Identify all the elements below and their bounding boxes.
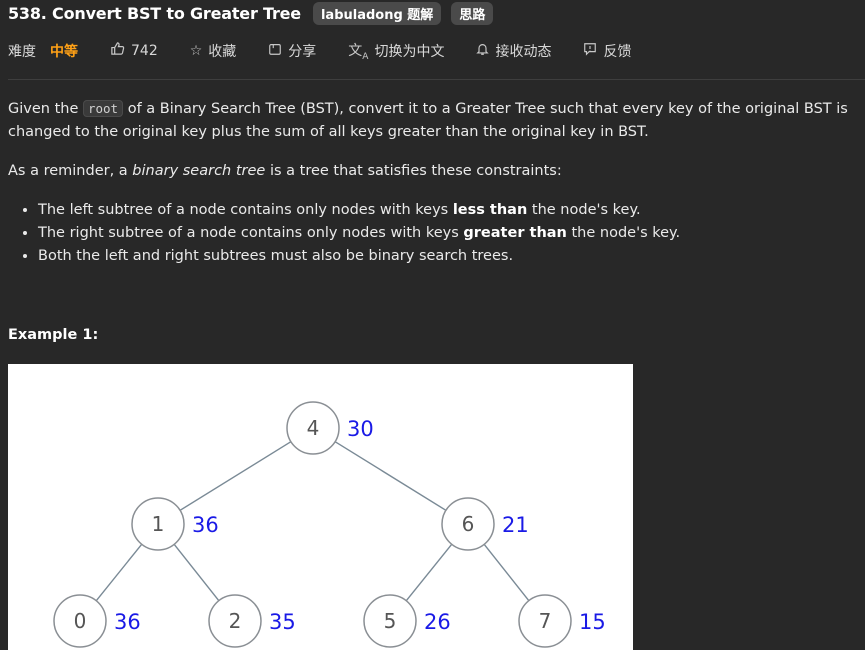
meta-bar: 难度 中等 742 ☆ 收藏 分享 文A 切换为中文 接收动态 反馈 (8, 40, 663, 62)
bullet-text: the node's key. (527, 202, 641, 218)
tree-node-key: 4 (307, 416, 320, 440)
tag-labuladong[interactable]: labuladong 题解 (312, 2, 442, 25)
feedback-button[interactable]: 反馈 (583, 41, 631, 61)
tree-node-key: 0 (74, 609, 87, 633)
tree-node-sum: 30 (347, 417, 374, 441)
bullet-text: The right subtree of a node contains onl… (38, 225, 464, 241)
problem-description: Given the root of a Binary Search Tree (… (8, 97, 848, 268)
feedback-label: 反馈 (603, 43, 632, 60)
code-root: root (82, 100, 124, 117)
problem-title: 538. Convert BST to Greater Tree (8, 4, 301, 23)
subscribe-button[interactable]: 接收动态 (476, 41, 551, 61)
difficulty-value: 中等 (50, 43, 78, 60)
bell-icon (476, 42, 490, 60)
constraint-item: The right subtree of a node contains onl… (38, 222, 848, 245)
tree-node-key: 6 (462, 512, 475, 536)
tree-node-sum: 15 (579, 610, 606, 634)
tree-node-key: 7 (539, 609, 552, 633)
tree-edge (483, 543, 530, 602)
share-icon (268, 42, 282, 60)
favorite-label: 收藏 (208, 43, 237, 60)
difficulty-label: 难度 (8, 43, 36, 60)
share-button[interactable]: 分享 (268, 41, 316, 61)
bullet-text: The left subtree of a node contains only… (38, 202, 453, 218)
p1-text-pre: Given the (8, 101, 83, 117)
p2-emphasis: binary search tree (132, 163, 266, 179)
tree-node-key: 5 (384, 609, 397, 633)
tree-node-sum: 26 (424, 610, 451, 634)
description-paragraph-1: Given the root of a Binary Search Tree (… (8, 97, 848, 144)
problem-header: 538. Convert BST to Greater Tree labulad… (8, 2, 494, 25)
tree-edge (179, 441, 292, 511)
bullet-text: the node's key. (566, 225, 681, 241)
tree-node-sum: 36 (114, 610, 141, 634)
constraints-list: The left subtree of a node contains only… (8, 199, 848, 268)
like-button[interactable]: 742 (110, 41, 158, 60)
example-tree-image: 4 30 1 36 6 21 0 36 2 35 5 26 7 15 (8, 364, 633, 650)
switch-language-button[interactable]: 文A 切换为中文 (348, 40, 444, 62)
tree-node-sum: 36 (192, 513, 219, 537)
bullet-bold: less than (452, 202, 528, 218)
difficulty: 难度 中等 (8, 41, 78, 61)
p2-text-pre: As a reminder, a (8, 163, 133, 179)
favorite-button[interactable]: ☆ 收藏 (190, 41, 237, 61)
tree-edge (405, 543, 453, 602)
feedback-icon (583, 42, 597, 60)
tree-edge (334, 441, 447, 511)
description-paragraph-2: As a reminder, a binary search tree is a… (8, 160, 848, 183)
tree-node-key: 2 (229, 609, 242, 633)
constraint-item: Both the left and right subtrees must al… (38, 245, 848, 268)
star-icon: ☆ (189, 42, 203, 59)
thumbs-up-icon (110, 41, 125, 60)
share-label: 分享 (288, 43, 317, 60)
bullet-text: Both the left and right subtrees must al… (38, 248, 514, 264)
p1-text-post: of a Binary Search Tree (BST), convert i… (8, 101, 848, 140)
example-title: Example 1: (8, 327, 99, 343)
translate-icon: 文A (348, 43, 369, 62)
like-count: 742 (131, 42, 158, 59)
tree-node-sum: 21 (502, 513, 529, 537)
header-divider (8, 79, 865, 80)
switch-language-label: 切换为中文 (374, 43, 445, 60)
bullet-bold: greater than (463, 225, 567, 241)
tree-node-key: 1 (152, 512, 165, 536)
tree-diagram: 4 30 1 36 6 21 0 36 2 35 5 26 7 15 (53, 401, 606, 648)
subscribe-label: 接收动态 (495, 43, 552, 60)
constraint-item: The left subtree of a node contains only… (38, 199, 848, 222)
tree-edge (173, 543, 220, 602)
tree-edge (95, 543, 143, 602)
p2-text-post: is a tree that satisfies these constrain… (265, 163, 562, 179)
tree-node-sum: 35 (269, 610, 296, 634)
tag-approach[interactable]: 思路 (451, 2, 494, 25)
